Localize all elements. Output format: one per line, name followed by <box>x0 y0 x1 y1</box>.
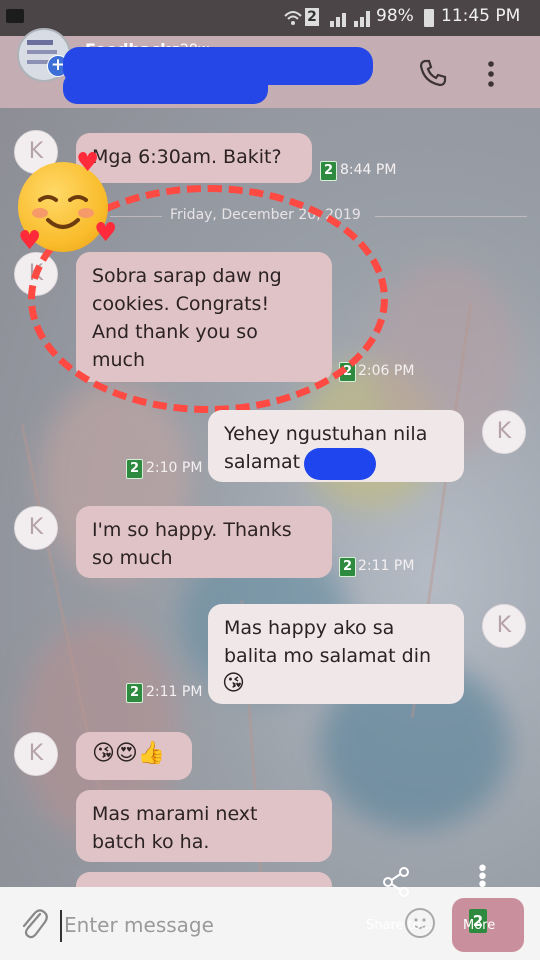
message-time: 2:06 PM <box>358 363 415 379</box>
share-label[interactable]: Share to... <box>366 918 433 933</box>
paperclip-icon[interactable] <box>18 906 48 942</box>
message-bubble[interactable]: Mga 6:30am. Bakit? <box>76 133 312 183</box>
sim-badge: 2 <box>126 459 143 479</box>
message-bubble[interactable]: I'm so happy. Thanks so much <box>76 506 332 578</box>
redaction-mark <box>304 448 376 480</box>
my-avatar[interactable]: K <box>482 410 526 454</box>
battery-icon <box>424 9 434 27</box>
more-icon[interactable]: • • • <box>476 859 489 897</box>
redaction-mark <box>63 72 268 104</box>
kiss-emoji-icon: 😘 <box>222 671 245 696</box>
message-time: 2:11 PM <box>358 558 415 574</box>
menu-icon[interactable] <box>484 60 498 88</box>
heart-icon: ♥ <box>94 218 118 248</box>
sim-badge: 2 <box>320 161 337 181</box>
message-bubble[interactable]: Mas marami next batch ko ha. <box>76 790 332 862</box>
status-bar: 2 98% 11:45 PM <box>0 0 540 36</box>
message-time: 2:11 PM <box>146 684 203 700</box>
message-bubble[interactable]: Mas happy ako sa balita mo salamat din 😘 <box>208 604 464 704</box>
sim-indicator: 2 <box>305 8 319 26</box>
heart-icon: ♥ <box>76 148 100 178</box>
sender-avatar[interactable]: K <box>14 506 58 550</box>
my-avatar[interactable]: K <box>482 604 526 648</box>
text-cursor <box>60 910 62 942</box>
heart-icon: ♥ <box>18 226 42 256</box>
separator-line <box>375 216 527 217</box>
message-time: 8:44 PM <box>340 162 397 178</box>
sender-avatar[interactable]: K <box>14 732 58 776</box>
sim-badge: 2 <box>339 557 356 577</box>
battery-percent: 98% <box>376 6 414 26</box>
share-icon[interactable] <box>380 866 412 898</box>
more-label[interactable]: More <box>463 918 495 933</box>
message-bubble[interactable]: 😘😍👍 <box>76 732 192 780</box>
message-time: 2:10 PM <box>146 460 203 476</box>
message-text: Mas marami next batch ko ha. <box>92 803 258 853</box>
phone-icon[interactable] <box>418 58 448 88</box>
clock: 11:45 PM <box>441 6 521 26</box>
sim-badge: 2 <box>126 683 143 703</box>
signal-icon <box>330 11 370 27</box>
message-text: I'm so happy. Thanks so much <box>92 519 292 569</box>
message-text: Mas happy ako sa balita mo salamat din <box>224 617 432 667</box>
folder-icon <box>6 9 24 23</box>
message-input[interactable]: Enter message <box>64 913 214 937</box>
wifi-icon <box>284 11 302 25</box>
message-text: Mga 6:30am. Bakit? <box>92 146 282 168</box>
message-text: 😘😍👍 <box>92 741 166 766</box>
